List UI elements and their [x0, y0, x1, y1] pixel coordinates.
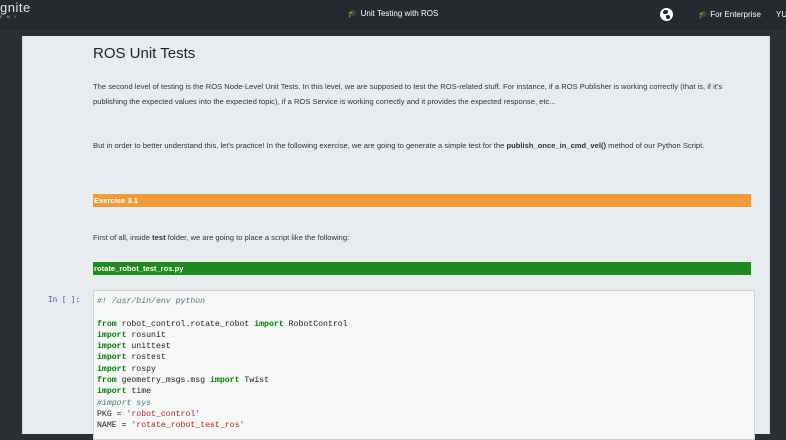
- code-keyword: import: [97, 330, 127, 340]
- code-keyword: import: [254, 319, 284, 329]
- code-keyword: import: [97, 353, 127, 363]
- graduation-cap-icon: 🎓: [698, 10, 708, 19]
- code-name: rospy: [126, 364, 156, 374]
- code-keyword: import: [97, 387, 127, 397]
- code-keyword: from: [97, 319, 117, 329]
- code-comment: #import sys: [97, 398, 152, 408]
- code-module: geometry_msgs.msg: [116, 376, 211, 386]
- exercise-banner: Exercise 3.1: [93, 194, 751, 207]
- code-string: 'robot_control': [126, 409, 201, 419]
- instruction-text-1: First of all, inside: [93, 233, 153, 242]
- top-navbar: gnite EMY 🎓 Unit Testing with ROS 🎓 For E…: [0, 0, 786, 30]
- method-name: publish_once_in_cmd_vel(): [506, 141, 607, 150]
- code-keyword: import: [97, 342, 127, 352]
- code-name: rostest: [126, 353, 166, 363]
- code-name: time: [126, 387, 152, 397]
- code-variable: PKG =: [97, 409, 127, 419]
- practice-text-2: method of our Python Script.: [606, 141, 705, 150]
- code-module: robot_control.rotate_robot: [116, 319, 255, 329]
- for-enterprise-label: For Enterprise: [710, 10, 761, 19]
- instruction-text-2: folder, we are going to place a script l…: [165, 233, 350, 242]
- code-keyword: from: [97, 376, 117, 386]
- folder-name: test: [152, 233, 166, 242]
- instruction-paragraph: First of all, inside test folder, we are…: [93, 231, 751, 246]
- graduation-cap-icon: 🎓: [347, 9, 358, 18]
- globe-icon[interactable]: [660, 8, 673, 21]
- code-line-1: #! /usr/bin/env python: [97, 297, 206, 306]
- code-editor[interactable]: #! /usr/bin/env python from robot_contro…: [97, 296, 348, 432]
- for-enterprise-link[interactable]: 🎓 For Enterprise: [698, 10, 761, 19]
- code-name: Twist: [239, 376, 269, 386]
- notebook-panel: ROS Unit Tests The second level of testi…: [22, 36, 770, 440]
- section-heading: ROS Unit Tests: [93, 45, 196, 62]
- code-keyword: import: [210, 376, 240, 386]
- practice-paragraph: But in order to better understand this, …: [93, 139, 751, 154]
- course-title-text: Unit Testing with ROS: [360, 9, 439, 18]
- code-variable: NAME =: [97, 421, 132, 431]
- code-name: unittest: [126, 342, 171, 352]
- intro-paragraph: The second level of testing is the ROS N…: [93, 82, 723, 106]
- code-keyword: import: [97, 364, 127, 374]
- code-cell[interactable]: #! /usr/bin/env python from robot_contro…: [93, 290, 755, 440]
- code-name: rosunit: [126, 330, 166, 340]
- file-name-banner: rotate_robot_test_ros.py: [93, 262, 751, 275]
- practice-text-1: But in order to better understand this, …: [93, 141, 507, 150]
- code-name: RobotControl: [283, 319, 348, 329]
- cell-prompt: In [ ]:: [48, 295, 81, 304]
- code-string: 'rotate_robot_test_ros': [131, 421, 245, 431]
- user-menu[interactable]: YU: [776, 10, 786, 19]
